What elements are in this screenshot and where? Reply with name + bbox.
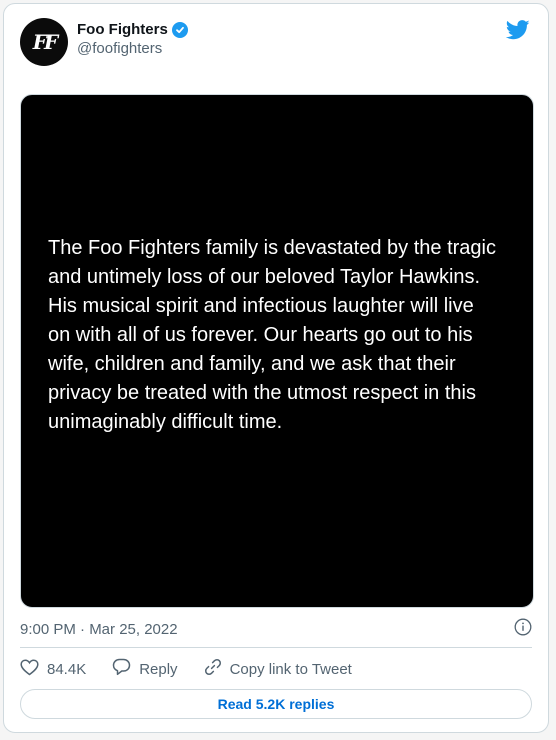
tweet-card: FF Foo Fighters @foofighters The Foo Fig…: [3, 3, 549, 733]
media-statement-text: The Foo Fighters family is devastated by…: [48, 237, 496, 433]
avatar[interactable]: FF: [20, 18, 68, 66]
info-icon[interactable]: [514, 618, 532, 641]
reply-icon: [112, 658, 131, 680]
display-name: Foo Fighters: [77, 21, 168, 38]
tweet-timestamp[interactable]: 9:00 PM · Mar 25, 2022: [20, 621, 178, 638]
tweet-actions: 84.4K Reply Copy link to Tweet: [20, 657, 352, 681]
twitter-bird-icon[interactable]: [505, 20, 530, 45]
like-button[interactable]: 84.4K: [20, 658, 87, 680]
avatar-logo: FF: [32, 30, 58, 54]
tweet-header: FF Foo Fighters @foofighters: [20, 18, 532, 70]
reply-label: Reply: [139, 660, 178, 678]
display-name-row: Foo Fighters: [77, 21, 188, 38]
divider: [20, 647, 532, 648]
copy-link-label: Copy link to Tweet: [229, 660, 352, 678]
read-replies-button[interactable]: Read 5.2K replies: [20, 689, 532, 719]
like-count: 84.4K: [47, 660, 87, 678]
author-names[interactable]: Foo Fighters @foofighters: [77, 21, 188, 57]
reply-button[interactable]: Reply: [112, 658, 178, 680]
handle: @foofighters: [77, 40, 163, 57]
copy-link-button[interactable]: Copy link to Tweet: [204, 658, 352, 680]
verified-badge-icon: [171, 21, 188, 38]
tweet-media-image[interactable]: The Foo Fighters family is devastated by…: [20, 94, 534, 608]
heart-icon: [20, 658, 39, 680]
link-icon: [204, 658, 222, 680]
